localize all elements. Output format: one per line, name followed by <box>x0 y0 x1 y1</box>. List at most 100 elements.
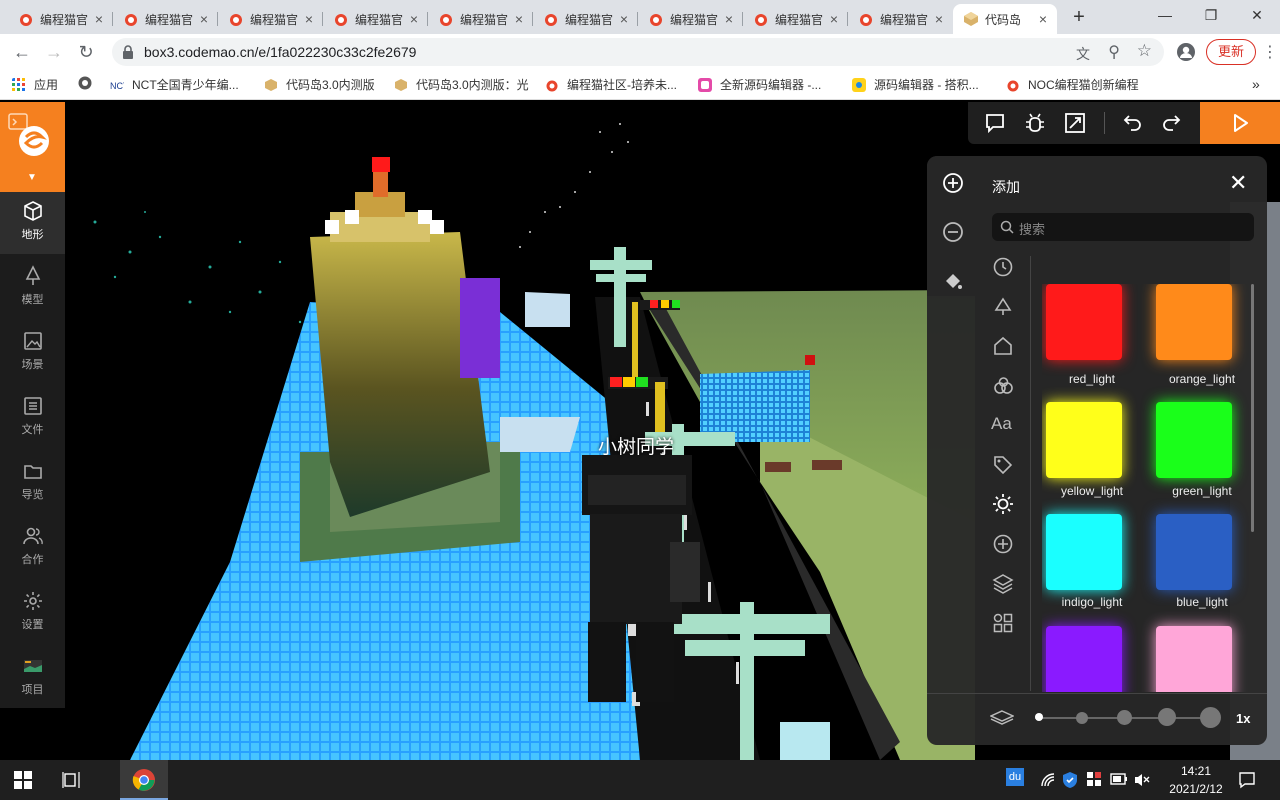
add-circle-icon[interactable] <box>992 533 1014 555</box>
close-window-icon[interactable]: ✕ <box>1234 0 1280 30</box>
tab[interactable]: 编程猫官 × <box>218 4 323 34</box>
bookmark-apps[interactable]: 应用 <box>12 76 58 93</box>
close-tab-icon[interactable]: × <box>511 11 527 27</box>
bookmark-star-icon[interactable]: ☆ <box>1137 41 1152 61</box>
bookmark-nct[interactable]: NCT NCT全国青少年编... <box>110 76 239 93</box>
profile-icon[interactable] <box>1176 42 1196 62</box>
block-tile[interactable] <box>1156 514 1232 590</box>
omnibox[interactable]: box3.codemao.cn/e/1fa022230c33c2fe2679 文… <box>112 38 1164 66</box>
forward-icon[interactable]: → <box>40 38 68 66</box>
sidebar-item-project[interactable]: 项目 <box>0 647 65 709</box>
block-tile[interactable] <box>1156 284 1232 360</box>
size-slider-stop[interactable] <box>1158 708 1176 726</box>
update-button[interactable]: 更新 <box>1206 39 1256 65</box>
logo-dropdown-icon[interactable]: ▼ <box>27 172 37 183</box>
bookmark-box3-b[interactable]: 代码岛3.0内测版：光 <box>394 76 529 93</box>
new-tab-button[interactable]: + <box>1066 6 1092 28</box>
tab[interactable]: 编程猫官 × <box>638 4 743 34</box>
layers-icon[interactable] <box>992 572 1014 594</box>
bookmark-box3-a[interactable]: 代码岛3.0内测版 <box>264 76 375 93</box>
speaker-muted-icon[interactable] <box>1134 772 1150 788</box>
grid-apps-icon[interactable] <box>992 612 1014 634</box>
close-tab-icon[interactable]: × <box>931 11 947 27</box>
notification-icon[interactable] <box>1238 771 1256 789</box>
task-view-icon[interactable] <box>62 771 80 789</box>
block-tile[interactable] <box>1156 626 1232 692</box>
tab-active[interactable]: 代码岛 × <box>953 4 1057 34</box>
block-tile[interactable] <box>1156 402 1232 478</box>
bookmark-globe[interactable] <box>78 76 100 90</box>
close-tab-icon[interactable]: × <box>91 11 107 27</box>
close-tab-icon[interactable]: × <box>616 11 632 27</box>
bookmark-noc[interactable]: NOC编程猫创新编程 <box>1006 76 1139 93</box>
restore-icon[interactable]: ❐ <box>1188 0 1234 30</box>
sidebar-item-model[interactable]: 模型 <box>0 257 65 319</box>
size-slider-stop[interactable] <box>1117 710 1132 725</box>
block-tile[interactable] <box>1046 402 1122 478</box>
bookmark-community[interactable]: 编程猫社区-培养未... <box>545 76 677 93</box>
remove-mode-icon[interactable] <box>942 221 964 243</box>
undo-icon[interactable] <box>1122 112 1144 134</box>
close-tab-icon[interactable]: × <box>826 11 842 27</box>
debug-bug-icon[interactable] <box>1024 112 1046 134</box>
bookmark-source-editor[interactable]: 源码编辑器 - 搭积... <box>852 76 979 93</box>
shield-icon[interactable] <box>1062 771 1078 789</box>
tab[interactable]: 编程猫官 × <box>428 4 533 34</box>
clock-date[interactable]: 2021/2/12 <box>1160 782 1232 796</box>
redo-icon[interactable] <box>1160 112 1182 134</box>
block-tile[interactable] <box>1046 514 1122 590</box>
close-tab-icon[interactable]: × <box>196 11 212 27</box>
windows-security-icon[interactable] <box>1086 771 1102 787</box>
zoom-icon[interactable]: ⚲ <box>1108 42 1120 62</box>
shapes-icon[interactable] <box>992 375 1014 397</box>
run-button[interactable] <box>1200 102 1280 144</box>
more-bookmarks-button[interactable]: » <box>1252 76 1260 92</box>
tab[interactable]: 编程猫官 × <box>533 4 638 34</box>
translate-icon[interactable]: 文 <box>1076 44 1090 64</box>
tab[interactable]: 编程猫官 × <box>743 4 848 34</box>
tab[interactable]: 编程猫官 × <box>8 4 113 34</box>
tab[interactable]: 编程猫官 × <box>323 4 428 34</box>
nature-tree-icon[interactable] <box>992 296 1014 318</box>
close-tab-icon[interactable]: × <box>406 11 422 27</box>
sidebar-item-guide[interactable]: 导览 <box>0 452 65 514</box>
sidebar-item-settings[interactable]: 设置 <box>0 582 65 644</box>
size-slider-stop[interactable] <box>1076 712 1088 724</box>
clock-time[interactable]: 14:21 <box>1160 764 1232 778</box>
baidu-tray-icon[interactable]: du <box>1006 768 1024 786</box>
comment-icon[interactable] <box>984 112 1006 134</box>
add-mode-icon[interactable] <box>942 172 964 194</box>
chrome-taskbar-button[interactable] <box>120 760 168 800</box>
sidebar-item-scene[interactable]: 场景 <box>0 322 65 384</box>
windows-start-icon[interactable] <box>14 771 32 789</box>
size-slider-stop[interactable] <box>1200 707 1221 728</box>
close-tab-icon[interactable]: × <box>301 11 317 27</box>
sidebar-item-collab[interactable]: 合作 <box>0 517 65 579</box>
close-panel-icon[interactable]: ✕ <box>1229 172 1247 194</box>
tag-icon[interactable] <box>992 454 1014 476</box>
block-tile[interactable] <box>1046 626 1122 692</box>
recent-clock-icon[interactable] <box>992 256 1014 278</box>
close-tab-icon[interactable]: × <box>1035 11 1051 27</box>
text-aa-icon[interactable]: Aa <box>991 414 1012 434</box>
back-icon[interactable]: ← <box>8 38 36 66</box>
minimize-icon[interactable]: — <box>1142 0 1188 30</box>
app-logo[interactable]: ▼ <box>0 102 65 192</box>
building-home-icon[interactable] <box>992 335 1014 357</box>
close-tab-icon[interactable]: × <box>721 11 737 27</box>
block-grid-scrollbar[interactable] <box>1251 284 1254 532</box>
tab[interactable]: 编程猫官 × <box>113 4 218 34</box>
battery-icon[interactable] <box>1110 772 1128 786</box>
block-tile[interactable] <box>1046 284 1122 360</box>
menu-dots-icon[interactable]: ⋮ <box>1262 42 1278 62</box>
size-slider-thumb[interactable] <box>1035 713 1043 721</box>
wifi-icon[interactable] <box>1040 772 1056 788</box>
sidebar-item-terrain[interactable]: 地形 <box>0 192 65 254</box>
light-sun-icon[interactable] <box>992 493 1014 515</box>
paint-bucket-icon[interactable] <box>942 270 964 292</box>
tab[interactable]: 编程猫官 × <box>848 4 953 34</box>
search-box[interactable]: 搜索 <box>992 213 1254 241</box>
fullscreen-icon[interactable] <box>1064 112 1086 134</box>
bookmark-new-editor[interactable]: 全新源码编辑器 -... <box>698 76 821 93</box>
sidebar-item-file[interactable]: 文件 <box>0 387 65 449</box>
